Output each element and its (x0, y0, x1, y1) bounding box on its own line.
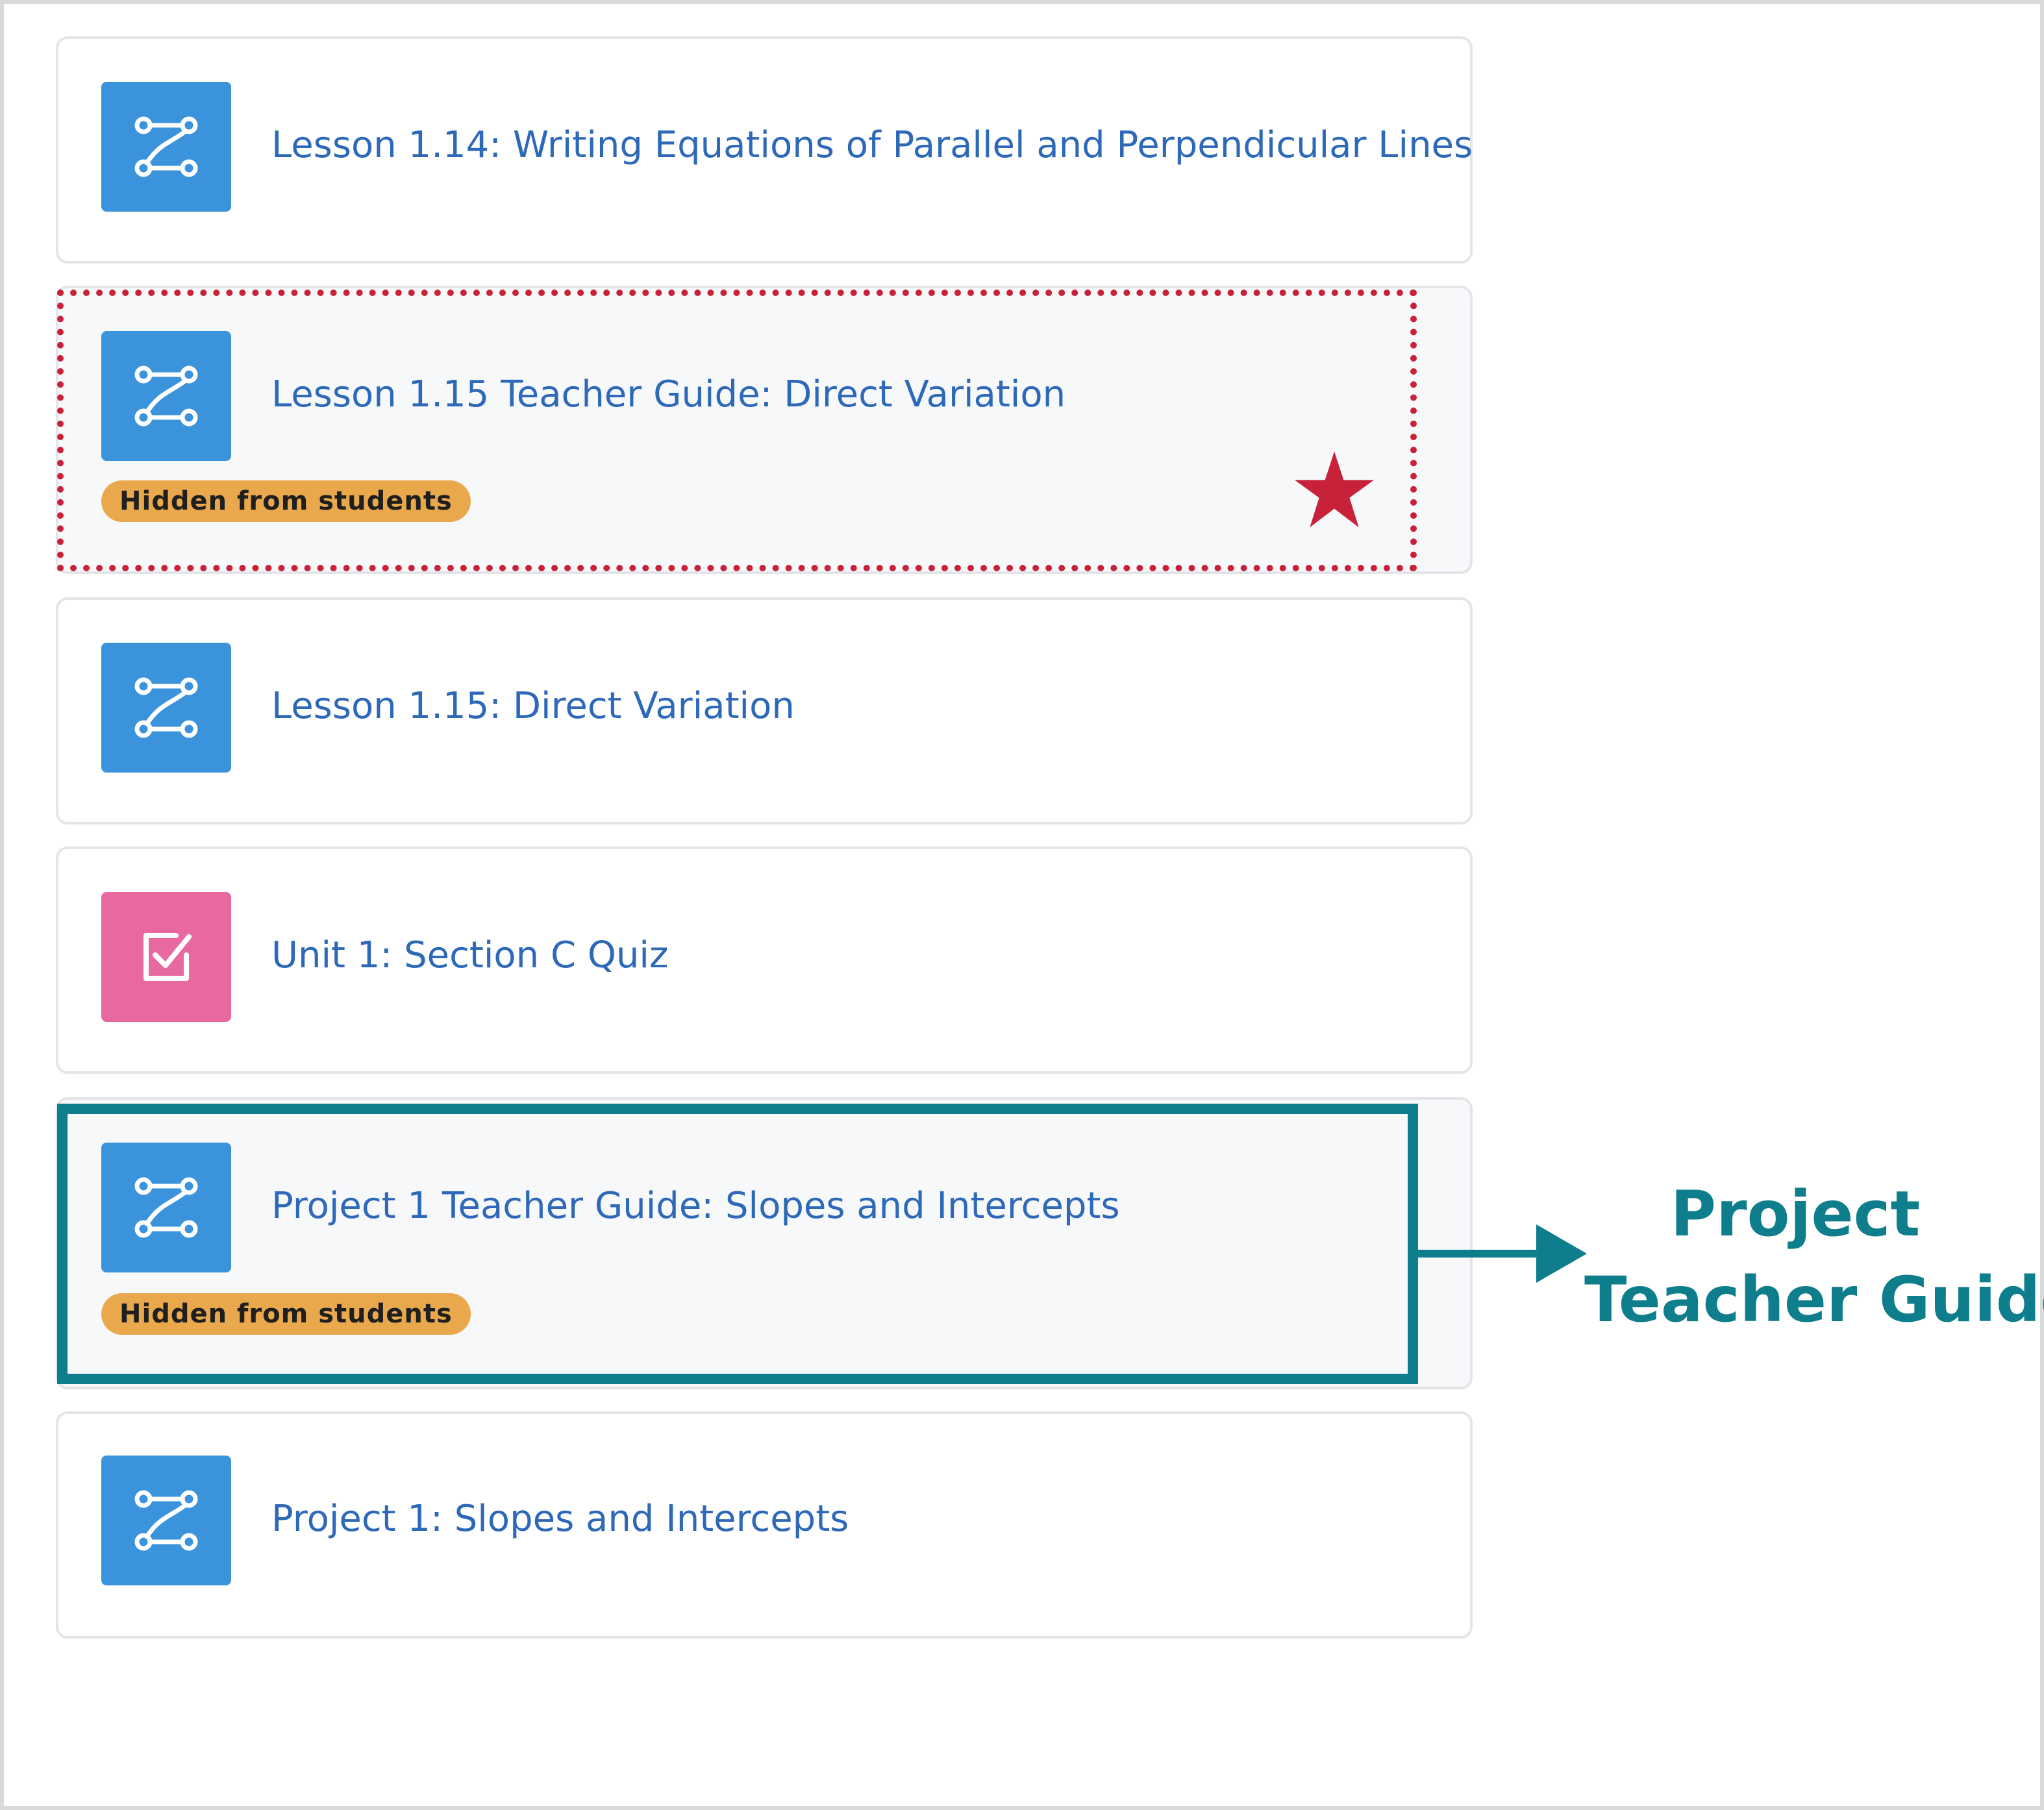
arrow-right-icon (1413, 1224, 1587, 1283)
star-icon (1294, 451, 1375, 528)
activity-link[interactable]: Project 1: Slopes and Intercepts (271, 1498, 849, 1540)
callout-line-1: Project (1670, 1178, 1921, 1250)
activity-card[interactable]: Lesson 1.15: Direct Variation (56, 597, 1473, 824)
quiz-checkbox-icon (101, 892, 231, 1022)
callout-label: Project Teacher Guide (1584, 1171, 2044, 1343)
activity-link[interactable]: Unit 1: Section C Quiz (271, 935, 668, 976)
lesson-path-icon (101, 82, 231, 212)
teal-highlight-box (57, 1104, 1418, 1384)
activity-card[interactable]: Unit 1: Section C Quiz (56, 847, 1473, 1074)
activity-card[interactable]: Lesson 1.14: Writing Equations of Parall… (56, 36, 1473, 264)
activity-link[interactable]: Lesson 1.15: Direct Variation (271, 686, 795, 727)
lesson-path-icon (101, 1456, 231, 1585)
activity-card[interactable]: Project 1: Slopes and Intercepts (56, 1411, 1473, 1639)
dotted-highlight-box (57, 290, 1417, 571)
callout-line-2: Teacher Guide (1584, 1263, 2044, 1336)
activity-link[interactable]: Lesson 1.14: Writing Equations of Parall… (271, 125, 1473, 166)
lesson-path-icon (101, 643, 231, 773)
